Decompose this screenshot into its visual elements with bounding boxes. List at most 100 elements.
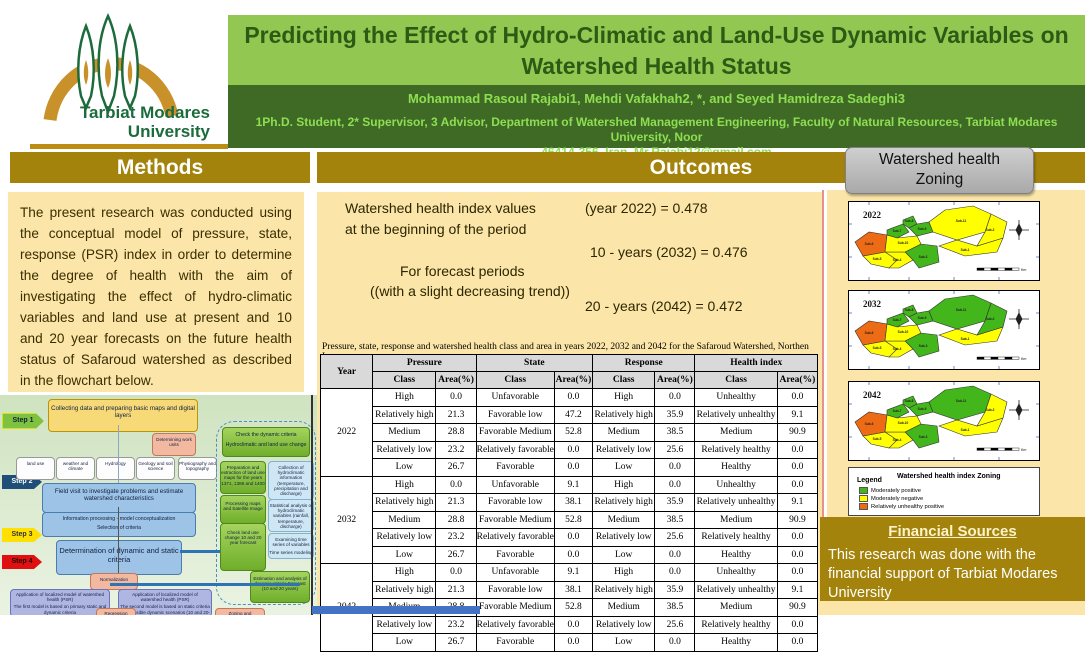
legend-swatch-icon [859, 503, 868, 510]
legend-label: Legend [857, 477, 882, 484]
table-cell: Medium [593, 511, 655, 529]
svg-text:Sub-11: Sub-11 [956, 219, 967, 223]
financial-sources-box: Financial Sources This research was done… [820, 517, 1085, 601]
table-row: 2042High0.0Unfavorable9.1High0.0Unhealth… [321, 564, 818, 582]
svg-text:Sub-5: Sub-5 [873, 437, 882, 441]
table-cell: Medium [373, 511, 436, 529]
table-cell: Unhealthy [695, 389, 777, 407]
table-cell: 35.9 [655, 406, 695, 424]
financial-heading: Financial Sources [820, 517, 1085, 540]
map-year-label: 2032 [863, 299, 881, 309]
table-cell: Healthy [695, 634, 777, 652]
table-cell: Relatively low [593, 616, 655, 634]
svg-text:Sub-4: Sub-4 [893, 347, 902, 351]
table-cell: 28.8 [436, 424, 476, 442]
table-cell: 0.0 [436, 389, 476, 407]
table-cell: 90.9 [777, 424, 817, 442]
table-row: 2022High0.0Unfavorable0.0High0.0Unhealth… [321, 389, 818, 407]
table-cell: 0.0 [554, 616, 592, 634]
table-row: Low26.7Favorable0.0Low0.0Healthy0.0 [321, 459, 818, 477]
table-cell: Relatively favorable [476, 616, 554, 634]
flow-input-box: Physiography and topography [178, 457, 217, 480]
flow-landuse-maps-box: Preparation and extraction of land use m… [220, 461, 266, 494]
flow-determination-box: Determination of dynamic and static crit… [56, 540, 182, 575]
flow-regression-box: Regression analysis [96, 608, 136, 615]
svg-text:Sub-7: Sub-7 [893, 229, 902, 233]
table-cell: 21.3 [436, 581, 476, 599]
table-cell: High [593, 564, 655, 582]
column-divider [822, 190, 824, 517]
svg-text:Sub-11: Sub-11 [956, 308, 967, 312]
zoning-header: Watershed health Zoning [845, 147, 1034, 194]
legend-item: Moderately negative [859, 495, 923, 502]
svg-text:Sub-2: Sub-2 [986, 228, 995, 232]
svg-text:Km: Km [1021, 268, 1026, 272]
table-row: Relatively high21.3Favorable low38.1Rela… [321, 581, 818, 599]
table-cell: 0.0 [777, 529, 817, 547]
table-cell: 0.0 [777, 546, 817, 564]
health-index-header: Health index [695, 355, 818, 372]
flow-input-box: Hydrology [96, 457, 135, 480]
table-cell: 26.7 [436, 634, 476, 652]
legend-swatch-icon [859, 495, 868, 502]
financial-body: This research was done with the financia… [820, 540, 1085, 603]
table-cell: 26.7 [436, 459, 476, 477]
table-cell: 9.1 [777, 494, 817, 512]
university-logo-block: Tarbiat Modares University [0, 0, 228, 148]
table-cell: 0.0 [777, 616, 817, 634]
poster-title-line2: Watershed Health Status [228, 51, 1085, 82]
table-cell: Relatively unhealthy [695, 494, 777, 512]
svg-text:Sub-5: Sub-5 [873, 257, 882, 261]
flow-work-units-box: Determining work units [152, 433, 196, 456]
table-cell: Favorable Medium [476, 424, 554, 442]
svg-text:Sub-1: Sub-1 [961, 337, 970, 341]
svg-text:Sub-3: Sub-3 [919, 255, 928, 259]
flow-estimation-box: Estimation and analysis of dynamic crite… [250, 571, 310, 603]
outcomes-value-2042: 20 - years (2042) = 0.472 [585, 298, 743, 314]
svg-text:Km: Km [1021, 357, 1026, 361]
affiliation-line1: 1Ph.D. Student, 2* Supervisor, 3 Advisor… [228, 115, 1085, 145]
table-cell: High [593, 476, 655, 494]
table-cell: 9.1 [554, 476, 592, 494]
flow-field-visit-box: Field visit to investigate problems and … [42, 483, 196, 513]
table-cell: Relatively low [373, 441, 436, 459]
svg-text:Sub-9: Sub-9 [918, 316, 927, 320]
table-cell: 0.0 [777, 476, 817, 494]
sub-header: Area(%) [436, 372, 476, 389]
table-cell: 52.8 [554, 424, 592, 442]
table-cell: Unfavorable [476, 476, 554, 494]
table-cell: Medium [593, 424, 655, 442]
flow-check-landuse-box: Check land use change 10 and 20 year for… [220, 523, 266, 571]
table-cell: 90.9 [777, 511, 817, 529]
svg-text:Sub-11: Sub-11 [956, 399, 967, 403]
table-cell: Relatively low [593, 529, 655, 547]
svg-text:Sub-6: Sub-6 [865, 422, 874, 426]
compass-icon [1009, 309, 1029, 329]
methods-text-box: The present research was conducted using… [8, 192, 304, 392]
poster-title-line1: Predicting the Effect of Hydro-Climatic … [228, 15, 1085, 51]
table-cell: Medium [593, 599, 655, 617]
table-cell: Healthy [695, 459, 777, 477]
panel-footer [820, 601, 1085, 615]
table-cell: Favorable [476, 459, 554, 477]
flow-step1: Step 1 [2, 413, 44, 429]
table-cell: 0.0 [554, 634, 592, 652]
table-cell: 23.2 [436, 441, 476, 459]
flow-info-processing-box: Information processing - model conceptua… [42, 512, 196, 537]
table-cell: Low [373, 634, 436, 652]
table-cell: 52.8 [554, 599, 592, 617]
table-cell: Unhealthy [695, 564, 777, 582]
svg-text:Km: Km [1021, 448, 1026, 452]
svg-text:Sub-6: Sub-6 [865, 331, 874, 335]
flow-connector [180, 550, 220, 553]
flow-model1-box: Application of localized model of waters… [10, 589, 110, 615]
table-cell: Relatively low [593, 441, 655, 459]
flow-step4: Step 4 [2, 555, 42, 569]
psr-table-header: Year Pressure State Response Health inde… [321, 355, 818, 389]
table-cell: Relatively favorable [476, 441, 554, 459]
table-cell: 0.0 [554, 389, 592, 407]
table-cell: Relatively high [373, 581, 436, 599]
map-year-label: 2022 [863, 210, 881, 220]
legend-item: Relatively unhealthy positive [859, 503, 944, 510]
svg-text:Sub-3: Sub-3 [919, 344, 928, 348]
